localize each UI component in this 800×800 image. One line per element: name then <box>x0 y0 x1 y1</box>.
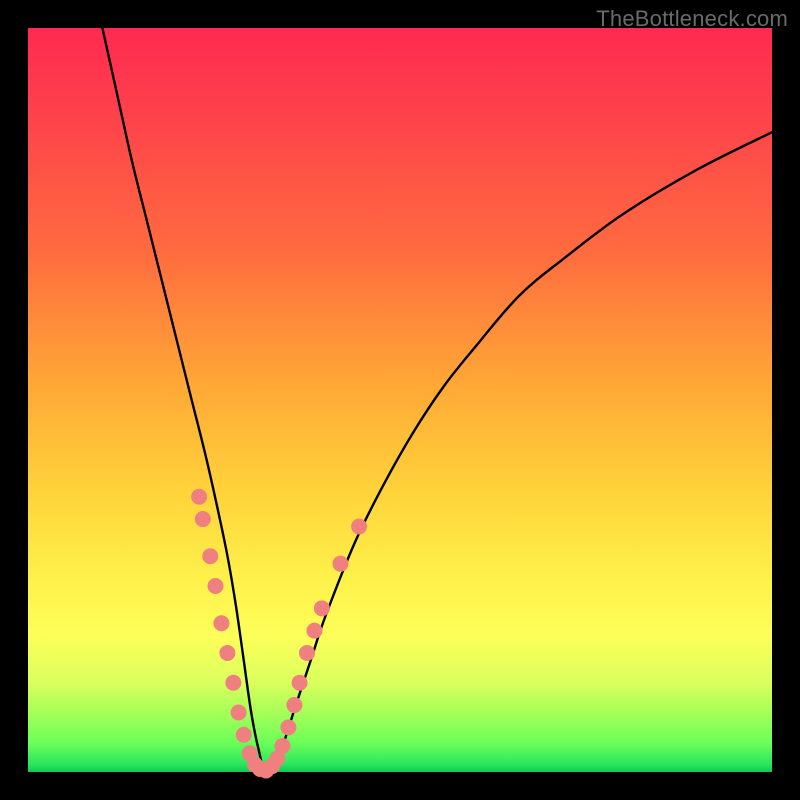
marker-point <box>286 697 302 713</box>
marker-point <box>280 719 296 735</box>
marker-point <box>274 738 290 754</box>
marker-point <box>219 645 235 661</box>
chart-frame: TheBottleneck.com <box>0 0 800 800</box>
marker-point <box>225 675 241 691</box>
marker-point <box>314 600 330 616</box>
marker-point <box>213 615 229 631</box>
highlight-markers <box>191 489 367 779</box>
marker-point <box>299 645 315 661</box>
marker-point <box>332 556 348 572</box>
marker-point <box>202 548 218 564</box>
marker-point <box>231 704 247 720</box>
marker-point <box>191 489 207 505</box>
marker-point <box>195 511 211 527</box>
marker-point <box>207 578 223 594</box>
chart-svg <box>28 28 772 772</box>
bottleneck-curve <box>102 28 772 772</box>
watermark-text: TheBottleneck.com <box>596 6 788 32</box>
marker-point <box>306 623 322 639</box>
marker-point <box>292 675 308 691</box>
marker-point <box>236 727 252 743</box>
plot-area <box>28 28 772 772</box>
marker-point <box>351 518 367 534</box>
